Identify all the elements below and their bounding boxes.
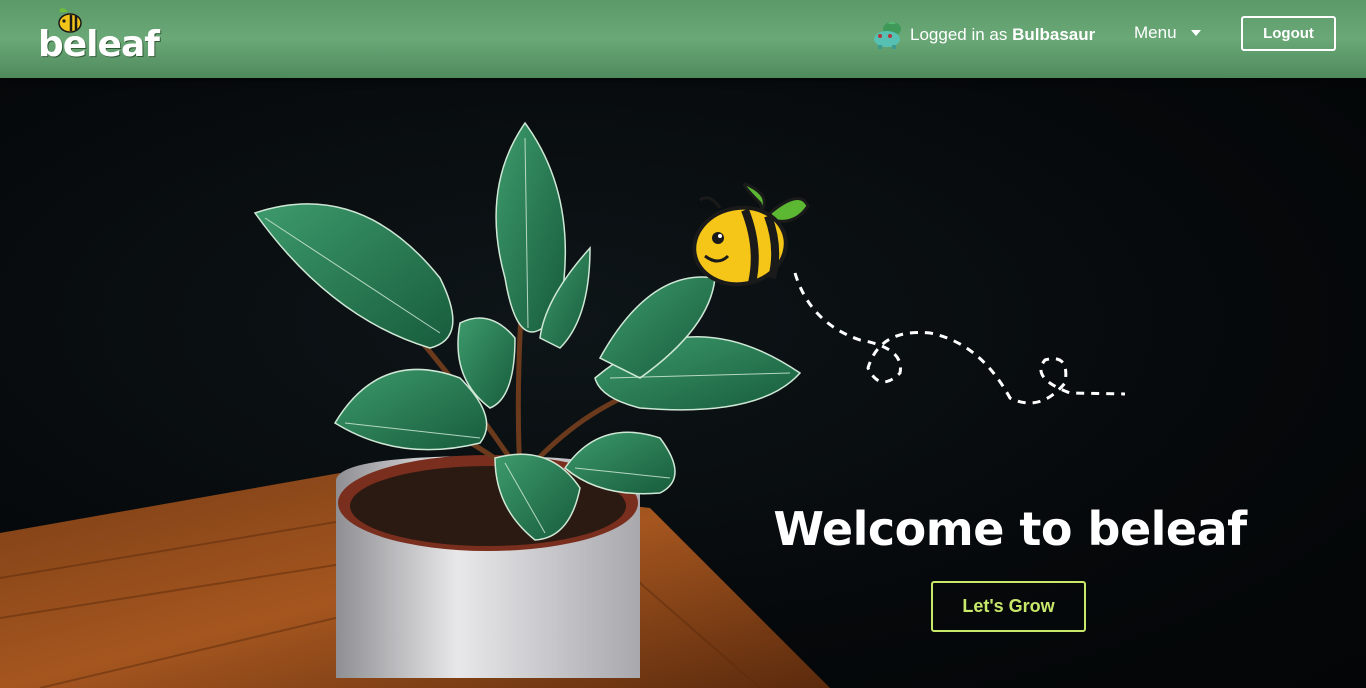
hero-title: Welcome to beleaf [773, 502, 1247, 556]
bee-mascot-icon [692, 182, 810, 287]
hero-background-image [0, 121, 1126, 688]
logged-in-text: Logged in as Bulbasaur [910, 25, 1095, 45]
hero-banner: Welcome to beleaf Let's Grow [0, 78, 1366, 688]
lets-grow-button[interactable]: Let's Grow [931, 581, 1086, 632]
menu-dropdown[interactable]: Menu [1134, 23, 1201, 43]
user-status: Logged in as Bulbasaur [872, 20, 1095, 50]
navbar: beleaf Logged in as Bulbasaur Menu Logou… [0, 0, 1366, 78]
username: Bulbasaur [1012, 25, 1096, 44]
logo-text: beleaf [38, 24, 160, 65]
bulbasaur-avatar-icon [874, 21, 901, 49]
caret-down-icon [1190, 30, 1201, 36]
logo[interactable]: beleaf [36, 6, 176, 66]
menu-label: Menu [1134, 23, 1177, 42]
logout-button[interactable]: Logout [1241, 16, 1336, 51]
logged-in-prefix: Logged in as [910, 25, 1013, 44]
